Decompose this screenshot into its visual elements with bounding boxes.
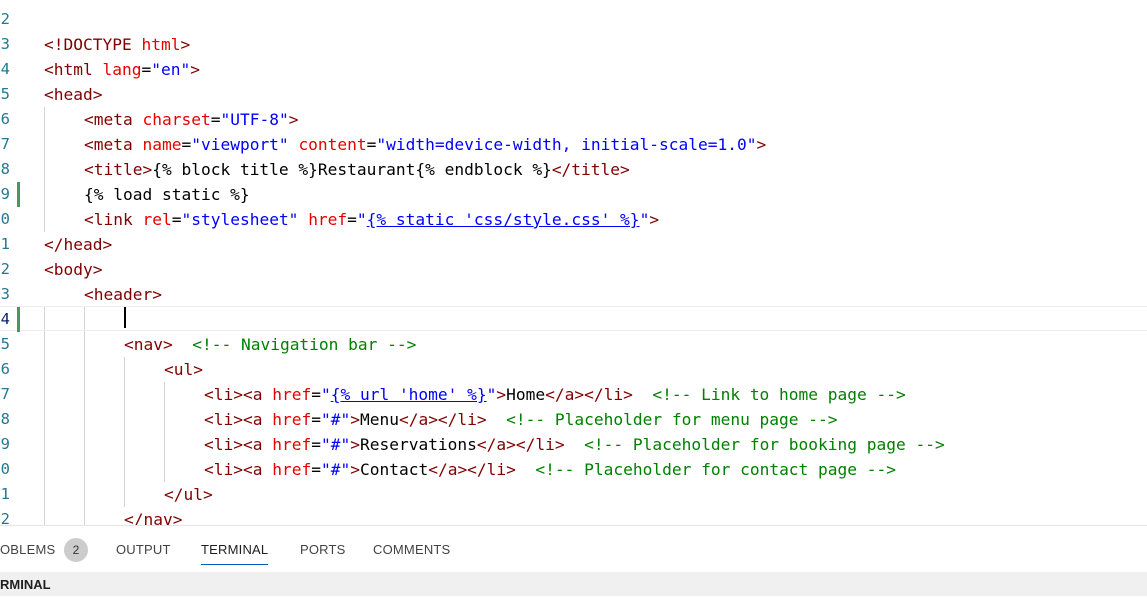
line-number: 1 <box>0 235 10 253</box>
line-gutter: 9 <box>0 432 30 457</box>
line-number: 8 <box>0 160 10 178</box>
code-line[interactable]: 2 <body> <box>0 257 1147 282</box>
line-number: 4 <box>0 60 10 78</box>
line-gutter: 5 <box>0 332 30 357</box>
code-line[interactable]: 3 <header> <box>0 282 1147 307</box>
line-gutter: 6 <box>0 357 30 382</box>
modified-line-indicator <box>17 182 20 207</box>
line-gutter: 2 <box>0 507 30 525</box>
code-line[interactable]: 0 <li><a href="#">Contact</a></li> <!-- … <box>0 457 1147 482</box>
line-number: 3 <box>0 285 10 303</box>
code-text: <body> <box>44 260 103 279</box>
text-cursor <box>124 307 126 328</box>
code-text: <link rel="stylesheet" href="{% static '… <box>84 210 660 229</box>
line-gutter: 7 <box>0 132 30 157</box>
code-text: <li><a href="#">Contact</a></li> <!-- Pl… <box>204 460 897 479</box>
code-line[interactable]: 1 </ul> <box>0 482 1147 507</box>
code-text: <header> <box>84 285 162 304</box>
code-text: <!DOCTYPE html> <box>44 32 190 57</box>
terminal-section-header: RMINAL <box>0 572 1147 596</box>
line-number: 7 <box>0 135 10 153</box>
code-text: <meta charset="UTF-8"> <box>84 110 299 129</box>
line-gutter: 8 <box>0 157 30 182</box>
problems-count-badge: 2 <box>64 538 88 562</box>
line-number: 2 <box>0 260 10 278</box>
code-line-current[interactable]: 4 <box>0 307 1147 332</box>
line-number: 1 <box>0 485 10 503</box>
tag-token: <!DOCTYPE <box>44 35 132 54</box>
line-number: 8 <box>0 410 10 428</box>
tab-comments[interactable]: COMMENTS <box>373 536 450 564</box>
tab-output[interactable]: OUTPUT <box>116 536 171 564</box>
modified-line-indicator <box>17 307 20 332</box>
code-text: </nav> <box>124 510 183 525</box>
tab-problems[interactable]: OBLEMS <box>0 536 55 564</box>
line-number: 9 <box>0 435 10 453</box>
line-number: 4 <box>0 310 10 328</box>
line-gutter: 5 <box>0 82 30 107</box>
line-number: 6 <box>0 360 10 378</box>
line-gutter: 0 <box>0 457 30 482</box>
code-text: </ul> <box>164 485 213 504</box>
code-line[interactable]: 9 <li><a href="#">Reservations</a></li> … <box>0 432 1147 457</box>
code-line[interactable]: 2 </nav> <box>0 507 1147 525</box>
line-gutter: 8 <box>0 407 30 432</box>
line-gutter: 6 <box>0 107 30 132</box>
code-line[interactable]: 5 <nav> <!-- Navigation bar --> <box>0 332 1147 357</box>
line-number: 0 <box>0 460 10 478</box>
code-text: <head> <box>44 85 103 104</box>
line-number: 7 <box>0 385 10 403</box>
code-text: <nav> <!-- Navigation bar --> <box>124 335 417 354</box>
line-gutter: 1 <box>0 232 30 257</box>
code-line[interactable]: 8 <title>{% block title %}Restaurant{% e… <box>0 157 1147 182</box>
line-gutter: 2 <box>0 7 30 32</box>
line-gutter: 9 <box>0 182 30 207</box>
code-line[interactable]: 4 <html lang="en"> <box>0 57 1147 82</box>
code-line[interactable]: 8 <li><a href="#">Menu</a></li> <!-- Pla… <box>0 407 1147 432</box>
code-line[interactable]: 6 <meta charset="UTF-8"> <box>0 107 1147 132</box>
line-gutter: 4 <box>0 307 30 332</box>
code-text: <li><a href="#">Reservations</a></li> <!… <box>204 435 945 454</box>
code-line[interactable]: 7 <li><a href="{% url 'home' %}">Home</a… <box>0 382 1147 407</box>
line-number: 0 <box>0 210 10 228</box>
line-number: 6 <box>0 110 10 128</box>
code-line[interactable]: 5 <head> <box>0 82 1147 107</box>
code-text: <meta name="viewport" content="width=dev… <box>84 135 767 154</box>
code-text: </head> <box>44 235 113 254</box>
code-line[interactable]: 3 <!DOCTYPE html> <box>0 32 1147 57</box>
code-line[interactable]: 0 <link rel="stylesheet" href="{% static… <box>0 207 1147 232</box>
line-number: 5 <box>0 85 10 103</box>
code-line[interactable]: 6 <ul> <box>0 357 1147 382</box>
attr-token: html <box>141 35 181 54</box>
code-text: <html lang="en"> <box>44 60 200 79</box>
code-text: <li><a href="#">Menu</a></li> <!-- Place… <box>204 410 838 429</box>
line-gutter: 2 <box>0 257 30 282</box>
line-number: 9 <box>0 185 10 203</box>
line-gutter: 1 <box>0 482 30 507</box>
code-line[interactable]: 2 <box>0 7 1147 32</box>
code-text: {% load static %} <box>84 185 250 204</box>
tab-ports[interactable]: PORTS <box>300 536 346 564</box>
line-number: 2 <box>0 10 10 28</box>
line-gutter: 0 <box>0 207 30 232</box>
code-editor[interactable]: 2 3 <!DOCTYPE html> 4 <html lang="en"> 5… <box>0 0 1147 525</box>
tag-token: > <box>180 35 191 54</box>
line-gutter: 3 <box>0 282 30 307</box>
line-gutter: 3 <box>0 32 30 57</box>
code-line[interactable]: 7 <meta name="viewport" content="width=d… <box>0 132 1147 157</box>
terminal-section-title: RMINAL <box>0 577 51 592</box>
line-gutter: 4 <box>0 57 30 82</box>
code-line[interactable]: 9 {% load static %} <box>0 182 1147 207</box>
tab-terminal[interactable]: TERMINAL <box>201 536 269 565</box>
code-text: <title>{% block title %}Restaurant{% end… <box>84 160 630 179</box>
code-line[interactable]: 1 </head> <box>0 232 1147 257</box>
bottom-panel: OBLEMS 2 OUTPUT TERMINAL PORTS COMMENTS … <box>0 525 1147 596</box>
line-number: 5 <box>0 335 10 353</box>
line-number: 3 <box>0 35 10 53</box>
code-text: <li><a href="{% url 'home' %}">Home</a><… <box>204 385 906 404</box>
line-gutter: 7 <box>0 382 30 407</box>
line-number: 2 <box>0 510 10 525</box>
code-text: <ul> <box>164 360 203 379</box>
